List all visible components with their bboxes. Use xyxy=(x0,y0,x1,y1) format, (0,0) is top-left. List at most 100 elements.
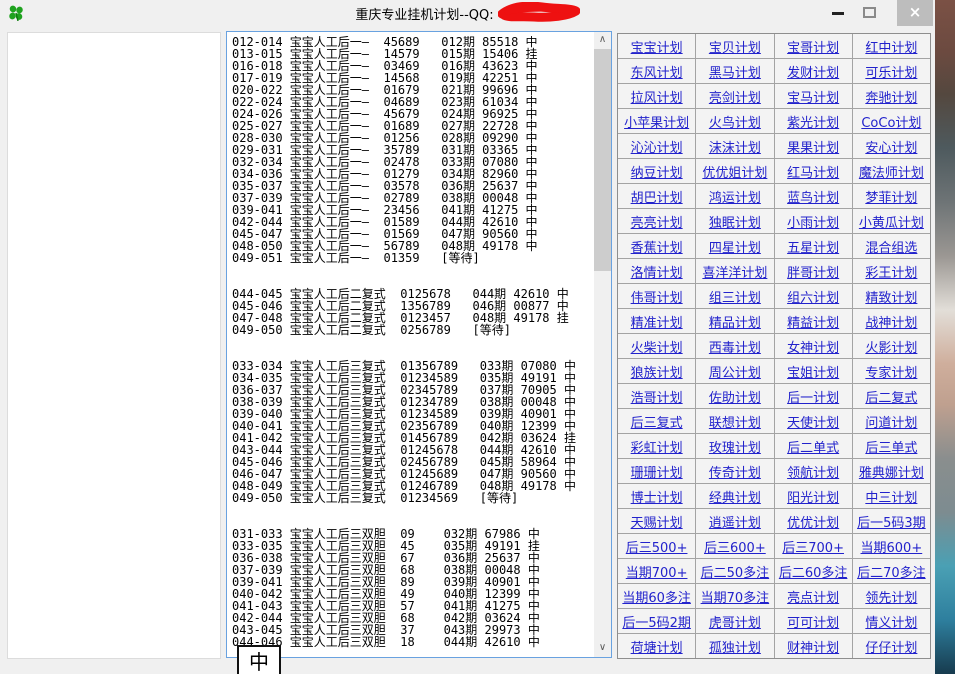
plan-cell[interactable]: 亮点计划 xyxy=(775,584,852,608)
plan-cell[interactable]: 发财计划 xyxy=(775,59,852,83)
plan-link[interactable]: 魔法师计划 xyxy=(859,162,924,181)
plan-cell[interactable]: 浩哥计划 xyxy=(618,384,695,408)
minimize-button[interactable] xyxy=(824,0,852,26)
plan-link[interactable]: 后三单式 xyxy=(865,437,917,456)
plan-link[interactable]: 宝宝计划 xyxy=(631,37,683,56)
plan-cell[interactable]: 彩虹计划 xyxy=(618,434,695,458)
plan-link[interactable]: 彩王计划 xyxy=(865,262,917,281)
plan-cell[interactable]: 西毒计划 xyxy=(696,334,773,358)
plan-cell[interactable]: 四星计划 xyxy=(696,234,773,258)
plan-link[interactable]: 传奇计划 xyxy=(709,462,761,481)
plan-cell[interactable]: 宝哥计划 xyxy=(775,34,852,58)
plan-cell[interactable]: 红中计划 xyxy=(853,34,930,58)
plan-link[interactable]: 精品计划 xyxy=(709,312,761,331)
plan-cell[interactable]: 东风计划 xyxy=(618,59,695,83)
plan-cell[interactable]: 经典计划 xyxy=(696,484,773,508)
plan-cell[interactable]: 宝马计划 xyxy=(775,84,852,108)
plan-link[interactable]: 纳豆计划 xyxy=(631,162,683,181)
plan-link[interactable]: 虎哥计划 xyxy=(709,612,761,631)
plan-cell[interactable]: 亮亮计划 xyxy=(618,209,695,233)
plan-link[interactable]: 天赐计划 xyxy=(631,512,683,531)
plan-cell[interactable]: 红马计划 xyxy=(775,159,852,183)
plan-cell[interactable]: 混合组选 xyxy=(853,234,930,258)
plan-link[interactable]: 后一5码2期 xyxy=(622,612,691,631)
plan-cell[interactable]: 仔仔计划 xyxy=(853,634,930,658)
plan-link[interactable]: 领航计划 xyxy=(787,462,839,481)
close-button[interactable]: × xyxy=(897,0,933,26)
plan-link[interactable]: 情义计划 xyxy=(865,612,917,631)
plan-link[interactable]: CoCo计划 xyxy=(861,112,921,131)
plan-link[interactable]: 博士计划 xyxy=(631,487,683,506)
plan-link[interactable]: 财神计划 xyxy=(787,637,839,656)
plan-cell[interactable]: 当期60多注 xyxy=(618,584,695,608)
plan-link[interactable]: 精致计划 xyxy=(865,287,917,306)
plan-link[interactable]: 仔仔计划 xyxy=(865,637,917,656)
plan-link[interactable]: 逍遥计划 xyxy=(709,512,761,531)
plan-cell[interactable]: 当期600+ xyxy=(853,534,930,558)
plan-link[interactable]: 拉风计划 xyxy=(631,87,683,106)
plan-link[interactable]: 宝哥计划 xyxy=(787,37,839,56)
plan-cell[interactable]: 蓝鸟计划 xyxy=(775,184,852,208)
plan-cell[interactable]: 后二50多注 xyxy=(696,559,773,583)
plan-link[interactable]: 精准计划 xyxy=(631,312,683,331)
plan-cell[interactable]: 喜洋洋计划 xyxy=(696,259,773,283)
plan-cell[interactable]: 博士计划 xyxy=(618,484,695,508)
plan-link[interactable]: 黑马计划 xyxy=(709,62,761,81)
plan-link[interactable]: 优优计划 xyxy=(787,512,839,531)
plan-link[interactable]: 狼族计划 xyxy=(631,362,683,381)
plan-link[interactable]: 红中计划 xyxy=(865,37,917,56)
plan-cell[interactable]: 战神计划 xyxy=(853,309,930,333)
plan-link[interactable]: 独眠计划 xyxy=(709,212,761,231)
plan-link[interactable]: 周公计划 xyxy=(709,362,761,381)
plan-cell[interactable]: 独眠计划 xyxy=(696,209,773,233)
plan-link[interactable]: 东风计划 xyxy=(631,62,683,81)
plan-link[interactable]: 香蕉计划 xyxy=(631,237,683,256)
plan-cell[interactable]: 雅典娜计划 xyxy=(853,459,930,483)
plan-cell[interactable]: 专家计划 xyxy=(853,359,930,383)
plan-cell[interactable]: 中三计划 xyxy=(853,484,930,508)
plan-cell[interactable]: 领航计划 xyxy=(775,459,852,483)
plan-link[interactable]: 后二复式 xyxy=(865,387,917,406)
plan-link[interactable]: 安心计划 xyxy=(865,137,917,156)
plan-cell[interactable]: 后二70多注 xyxy=(853,559,930,583)
plan-link[interactable]: 胖哥计划 xyxy=(787,262,839,281)
plan-link[interactable]: 红马计划 xyxy=(787,162,839,181)
plan-cell[interactable]: 宝宝计划 xyxy=(618,34,695,58)
plan-link[interactable]: 组六计划 xyxy=(787,287,839,306)
plan-cell[interactable]: 小黄瓜计划 xyxy=(853,209,930,233)
vertical-scrollbar[interactable]: ∧ ∨ xyxy=(594,32,611,657)
plan-link[interactable]: 小黄瓜计划 xyxy=(859,212,924,231)
plan-cell[interactable]: 当期700+ xyxy=(618,559,695,583)
plan-link[interactable]: 问道计划 xyxy=(865,412,917,431)
plan-link[interactable]: 中三计划 xyxy=(865,487,917,506)
plan-link[interactable]: 亮剑计划 xyxy=(709,87,761,106)
plan-link[interactable]: 女神计划 xyxy=(787,337,839,356)
plan-cell[interactable]: 精准计划 xyxy=(618,309,695,333)
plan-cell[interactable]: 洛情计划 xyxy=(618,259,695,283)
plan-cell[interactable]: 玫瑰计划 xyxy=(696,434,773,458)
plan-link[interactable]: 宝马计划 xyxy=(787,87,839,106)
plan-link[interactable]: 天使计划 xyxy=(787,412,839,431)
plan-cell[interactable]: 组六计划 xyxy=(775,284,852,308)
plan-cell[interactable]: 后三复式 xyxy=(618,409,695,433)
plan-link[interactable]: 领先计划 xyxy=(865,587,917,606)
plan-link[interactable]: 阳光计划 xyxy=(787,487,839,506)
plan-link[interactable]: 后二单式 xyxy=(787,437,839,456)
plan-cell[interactable]: 火影计划 xyxy=(853,334,930,358)
plan-cell[interactable]: 鸿运计划 xyxy=(696,184,773,208)
plan-link[interactable]: 后三700+ xyxy=(782,537,844,556)
plan-cell[interactable]: 领先计划 xyxy=(853,584,930,608)
plan-cell[interactable]: 后一5码3期 xyxy=(853,509,930,533)
plan-link[interactable]: 当期60多注 xyxy=(622,587,691,606)
plan-link[interactable]: 彩虹计划 xyxy=(631,437,683,456)
plan-link[interactable]: 沁沁计划 xyxy=(631,137,683,156)
plan-cell[interactable]: CoCo计划 xyxy=(853,109,930,133)
plan-link[interactable]: 四星计划 xyxy=(709,237,761,256)
plan-cell[interactable]: 后一5码2期 xyxy=(618,609,695,633)
plan-cell[interactable]: 纳豆计划 xyxy=(618,159,695,183)
plan-link[interactable]: 浩哥计划 xyxy=(631,387,683,406)
plan-cell[interactable]: 佐助计划 xyxy=(696,384,773,408)
plan-link[interactable]: 可可计划 xyxy=(787,612,839,631)
plan-link[interactable]: 佐助计划 xyxy=(709,387,761,406)
plan-cell[interactable]: 亮剑计划 xyxy=(696,84,773,108)
